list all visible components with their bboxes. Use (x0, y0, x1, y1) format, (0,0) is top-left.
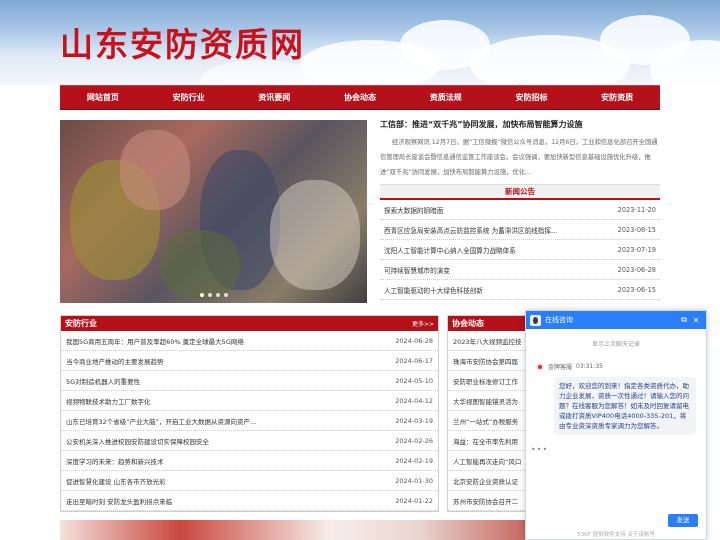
chat-history-link[interactable]: 显示上次聊天记录 (526, 339, 706, 348)
list-item[interactable]: 山东已培育32个省级“产业大脑”，开启工业大数据从资源向资产... 2024-03… (61, 411, 438, 431)
popout-icon[interactable]: ⧉ (678, 315, 690, 325)
more-link[interactable]: 更多>> (412, 319, 434, 328)
chat-powered-by: 53KF 提供软件支持 关于该账号 (577, 532, 655, 538)
notice-panel: 新闻公告 探索大数据的阴暗面 2023-11-20 西青区应急局安装高点云防监控系… (380, 184, 660, 300)
hero-slideshow[interactable] (60, 120, 367, 303)
nav-industry[interactable]: 安防行业 (146, 86, 232, 109)
list-item[interactable]: 视频物联技术助力工厂数字化 2024-04-12 (61, 391, 438, 411)
association-heading: 协会动态 (452, 319, 484, 328)
list-item[interactable]: 促进智慧化建设 山东各市齐放光彩 2024-01-30 (61, 471, 438, 491)
list-item[interactable]: 可持续智慧城市的演变 2023-06-28 (380, 260, 660, 280)
close-icon[interactable]: ✕ (690, 316, 702, 325)
nav-regulations[interactable]: 资质法规 (403, 86, 489, 109)
industry-heading: 安防行业 (65, 319, 97, 328)
nav-news[interactable]: 资讯要闻 (231, 86, 317, 109)
send-button[interactable]: 发送 (668, 514, 698, 527)
list-item[interactable]: 我国5G商用五周年：用户普及率超60% 奠定全球最大5G网络 2024-06-28 (61, 331, 438, 351)
list-item[interactable]: 公安机关深入推进校园安防建设切实保障校园安全 2024-02-26 (61, 431, 438, 451)
typing-indicator-icon: ••• (531, 445, 549, 454)
slide-dot[interactable] (224, 293, 228, 297)
list-item[interactable]: 深度学习的未来：趋势和新兴技术 2024-02-19 (61, 451, 438, 471)
chat-title: 在线咨询 (545, 316, 573, 324)
list-item[interactable]: 人工智能驱动的十大绿色科技创新 2023-06-15 (380, 280, 660, 300)
list-item[interactable]: 西青区应急局安装高点云防监控系统 为蓄滞洪区前线指挥... 2023-08-15 (380, 220, 660, 240)
list-item[interactable]: 5G对制造机器人的重要性 2024-05-10 (61, 371, 438, 391)
industry-panel: 安防行业 更多>> 我国5G商用五周年：用户普及率超60% 奠定全球最大5G网络… (60, 315, 439, 512)
nav-qualification[interactable]: 安防资质 (574, 86, 660, 109)
main-nav: 网站首页 安防行业 资讯要闻 协会动态 资质法规 安防招标 安防资质 (60, 85, 660, 110)
nav-association[interactable]: 协会动态 (317, 86, 403, 109)
agent-avatar-icon (536, 362, 544, 371)
list-item[interactable]: 沈阳人工智能计算中心纳入全国算力战略体系 2023-07-19 (380, 240, 660, 260)
slide-dot[interactable] (216, 293, 220, 297)
notice-heading: 新闻公告 (380, 184, 660, 200)
chat-widget: 在线咨询 ⧉ ✕ 显示上次聊天记录 金牌客服 03:31:35 您好，欢迎您的到… (525, 310, 707, 540)
slide-dot[interactable] (208, 293, 212, 297)
list-item[interactable]: 探索大数据的阴暗面 2023-11-20 (380, 200, 660, 220)
slide-dot[interactable] (200, 293, 204, 297)
list-item[interactable]: 走出至暗时刻 安防龙头盈利拐点来临 2024-01-22 (61, 491, 438, 511)
headline-title[interactable]: 工信部：推进“双千兆”协同发展，加快布局智能算力设施 (380, 119, 660, 130)
site-title: 山东安防资质网 (60, 25, 305, 64)
message-time: 03:31:35 (576, 363, 603, 370)
chat-header: 在线咨询 ⧉ ✕ (526, 311, 706, 329)
slide-dots (200, 293, 228, 297)
nav-home[interactable]: 网站首页 (60, 86, 146, 109)
chat-avatar-icon (530, 314, 541, 326)
nav-tender[interactable]: 安防招标 (489, 86, 575, 109)
agent-name: 金牌客服 (548, 364, 573, 371)
list-item[interactable]: 当今商业地产推动的主要发展趋势 2024-06-17 (61, 351, 438, 371)
headline-body: 经济观察网讯 12月7日，据“工信微报”微信公众号消息，12月6日，工业和信息化… (380, 139, 658, 176)
chat-message: 您好，欢迎您的到来！指定各类资质代办，助力企业发展，资质一次性通过！请输入您的问… (554, 377, 696, 435)
header-banner: 山东安防资质网 (0, 0, 720, 85)
